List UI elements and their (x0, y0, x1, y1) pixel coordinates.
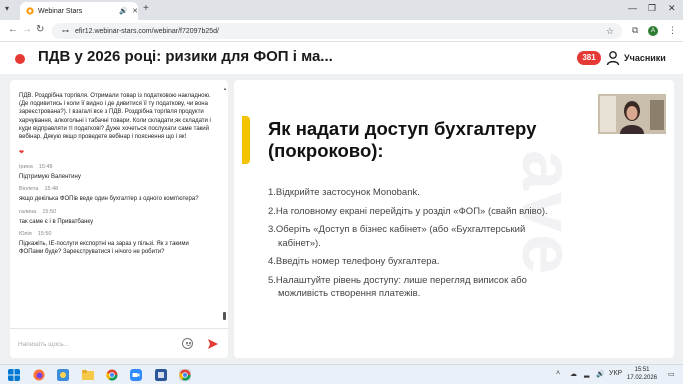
chat-message-text: Підтримую Валентину (19, 174, 81, 181)
taskbar: ˄ ☁ ▂ 🔊 УКР 15:51 17.02.2026 ▭ (0, 364, 683, 384)
chat-author-name: Ірина (19, 164, 33, 171)
bookmark-star-icon[interactable]: ☆ (606, 26, 614, 37)
reload-icon[interactable]: ↻ (36, 24, 44, 35)
tab-close-icon[interactable]: ✕ (132, 7, 138, 15)
network-icon[interactable]: ▂ (584, 370, 589, 378)
slide-step: 2.На головному екрані перейдіть у розділ… (268, 205, 628, 219)
tray-chevron-icon[interactable]: ˄ (556, 370, 560, 377)
user-icon[interactable] (606, 50, 620, 66)
slide-step-continuation: кабінет»). (278, 237, 321, 249)
chat-author: Юлія 15:50 (19, 231, 214, 237)
new-tab-button[interactable]: + (143, 3, 149, 14)
webinar-stars-favicon (26, 7, 34, 15)
chat-message-text: ПДВ. Роздрібна торгівля. Отримали товар … (19, 93, 211, 141)
chat-message: Ірина 15:48 Підтримую Валентину (19, 164, 214, 181)
chat-author-name: Віолета (19, 186, 39, 193)
slide-step-text: 5.Налаштуйте рівень доступу: лише перегл… (268, 274, 527, 286)
chat-message: Віолета 15:48 якщо декілька ФОПів веде од… (19, 186, 214, 203)
speaker-icon[interactable]: 🔊 (119, 7, 128, 15)
tab-title: Webinar Stars (38, 7, 83, 15)
slide-step-text: 3.Оберіть «Доступ в бізнес кабінет» (або… (268, 224, 526, 235)
slide-step: 1.Відкрийте застосунок Monobank. (268, 186, 628, 200)
chat-time: 15:50 (37, 230, 52, 237)
restore-icon[interactable]: ❐ (648, 3, 656, 14)
forward-icon[interactable]: → (22, 24, 32, 35)
webinar-title: ПДВ у 2026 році: ризики для ФОП і ма... (38, 48, 333, 65)
site-info-icon[interactable]: ⊶ (62, 27, 69, 35)
file-explorer-icon[interactable] (82, 369, 94, 381)
address-bar[interactable]: ⊶ efir12.webinar-stars.com/webinar/f7209… (52, 23, 622, 39)
chrome-active-icon[interactable] (179, 369, 191, 381)
chrome-icon[interactable] (106, 369, 118, 381)
slide-title: Як надати доступ бухгалтеру (покроково): (268, 118, 537, 161)
zoom-app-icon[interactable] (130, 369, 142, 381)
clock-date: 17.02.2026 (627, 374, 658, 381)
chat-message: галина 15:50 так саме є і в Приватбанку (19, 209, 214, 226)
slide-step: 3.Оберіть «Доступ в бізнес кабінет» (або… (268, 223, 628, 250)
slide-steps-list: 1.Відкрийте застосунок Monobank. 2.На го… (268, 186, 628, 306)
browser-toolbar: ← → ↻ ⊶ efir12.webinar-stars.com/webinar… (0, 20, 683, 42)
photos-app-icon[interactable] (57, 369, 69, 381)
chat-messages[interactable]: ПДВ. Роздрібна торгівля. Отримали товар … (10, 80, 228, 328)
chat-message: Юлія 15:50 Підкажіть, ІЕ-послуги експортн… (19, 231, 214, 256)
tab-search-icon[interactable]: ▾ (5, 4, 9, 13)
minimize-icon[interactable]: — (628, 3, 637, 13)
profile-avatar[interactable]: A (648, 26, 658, 36)
chat-time: 15:50 (42, 208, 57, 215)
clock-time: 15:51 (634, 367, 650, 373)
extensions-icon[interactable]: ⧉ (632, 25, 638, 36)
chat-message-input[interactable] (18, 338, 168, 350)
chat-author: галина 15:50 (19, 209, 214, 215)
url-text: efir12.webinar-stars.com/webinar/f72097b… (75, 27, 219, 35)
slide-step: 5.Налаштуйте рівень доступу: лише перегл… (268, 274, 628, 301)
chat-scrollbar[interactable]: ▲ (223, 86, 227, 322)
slide-step-text: 4.Введіть номер телефону бухгалтера. (268, 256, 440, 267)
close-window-icon[interactable]: ✕ (668, 3, 676, 14)
slide-step-continuation: можливість створення платежів. (278, 288, 421, 299)
word-app-icon[interactable] (155, 369, 167, 381)
chat-author-name: галина (19, 208, 37, 215)
chat-author-name: Юлія (19, 230, 32, 237)
browser-tab[interactable]: Webinar Stars 🔊 ✕ (20, 2, 138, 20)
chat-author: Віолета 15:48 (19, 186, 214, 192)
chat-message: ПДВ. Роздрібна торгівля. Отримали товар … (19, 92, 214, 159)
back-icon[interactable]: ← (8, 24, 18, 35)
chat-author: Ірина 15:48 (19, 164, 214, 170)
chat-panel: ПДВ. Роздрібна торгівля. Отримали товар … (10, 80, 228, 358)
slide-step-text: 1.Відкрийте застосунок Monobank. (268, 187, 420, 198)
emoji-icon[interactable] (182, 338, 193, 349)
language-indicator[interactable]: УКР (609, 370, 622, 377)
scroll-up-icon[interactable]: ▲ (223, 86, 227, 91)
scrollbar-thumb[interactable] (223, 312, 226, 320)
browser-tab-strip: ▾ Webinar Stars 🔊 ✕ + — ❐ ✕ (0, 0, 683, 20)
send-icon[interactable] (207, 338, 219, 350)
chat-time: 15:48 (44, 186, 59, 193)
slide-step: 4.Введіть номер телефону бухгалтера. (268, 255, 628, 269)
notifications-icon[interactable]: ▭ (668, 370, 675, 378)
webinar-header: ПДВ у 2026 році: ризики для ФОП і ма... … (0, 42, 683, 74)
volume-icon[interactable]: 🔊 (596, 370, 605, 378)
live-indicator-icon (15, 54, 25, 64)
chat-time: 15:48 (38, 164, 53, 171)
chat-composer (10, 328, 228, 358)
slide-step-text: 2.На головному екрані перейдіть у розділ… (268, 205, 548, 217)
taskbar-clock[interactable]: 15:51 17.02.2026 (627, 367, 657, 382)
chat-message-text: так саме є і в Приватбанку (19, 218, 94, 225)
browser-menu-icon[interactable]: ⋮ (668, 25, 677, 36)
heart-icon: ❤ (19, 150, 25, 157)
chat-message-text: Підкажіть, ІЕ-послуги експортні на зараз… (19, 240, 189, 256)
slide-accent-bar (242, 116, 250, 164)
chat-message-text: якщо декілька ФОПів веде один бухгалтер … (19, 196, 199, 203)
participants-count-badge: 381 (577, 51, 601, 65)
onedrive-icon[interactable]: ☁ (570, 370, 577, 378)
speaker-video[interactable] (598, 94, 666, 134)
presentation-slide: ave Як надати доступ бухгалтеру (покроко… (234, 80, 674, 358)
participants-button[interactable]: Учасники (624, 53, 666, 63)
firefox-icon[interactable] (33, 369, 45, 381)
windows-start-icon[interactable] (8, 369, 20, 381)
webinar-main-area: ПДВ. Роздрібна торгівля. Отримали товар … (0, 74, 683, 364)
